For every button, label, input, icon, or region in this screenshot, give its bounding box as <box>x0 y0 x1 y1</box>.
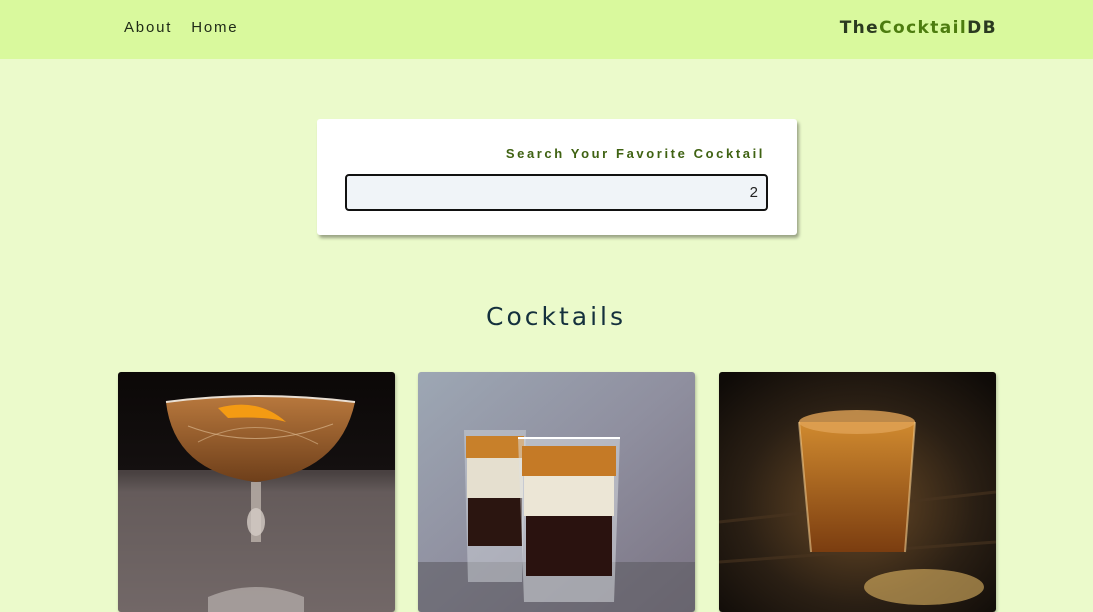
search-label: Search Your Favorite Cocktail <box>505 146 765 161</box>
cocktail-card[interactable] <box>418 372 695 612</box>
site-logo[interactable]: TheCocktailDB <box>840 18 997 38</box>
section-title: Cocktails <box>485 302 626 331</box>
nav-link-about[interactable]: About <box>124 19 172 36</box>
logo-suffix: DB <box>967 18 997 38</box>
layered-shot-glasses-photo <box>418 372 695 612</box>
cocktail-card[interactable] <box>719 372 996 612</box>
nav-links: About Home <box>124 19 257 36</box>
cocktail-card[interactable] <box>118 372 395 612</box>
search-input[interactable] <box>345 174 768 211</box>
nav-link-home[interactable]: Home <box>191 19 238 36</box>
whiskey-shot-glass-photo <box>719 372 996 612</box>
navbar: About Home TheCocktailDB <box>0 0 1093 59</box>
search-form: Search Your Favorite Cocktail <box>317 119 797 235</box>
logo-main: Cocktail <box>879 18 968 38</box>
coupe-glass-cocktail-photo <box>118 372 395 612</box>
logo-prefix: The <box>839 18 880 38</box>
